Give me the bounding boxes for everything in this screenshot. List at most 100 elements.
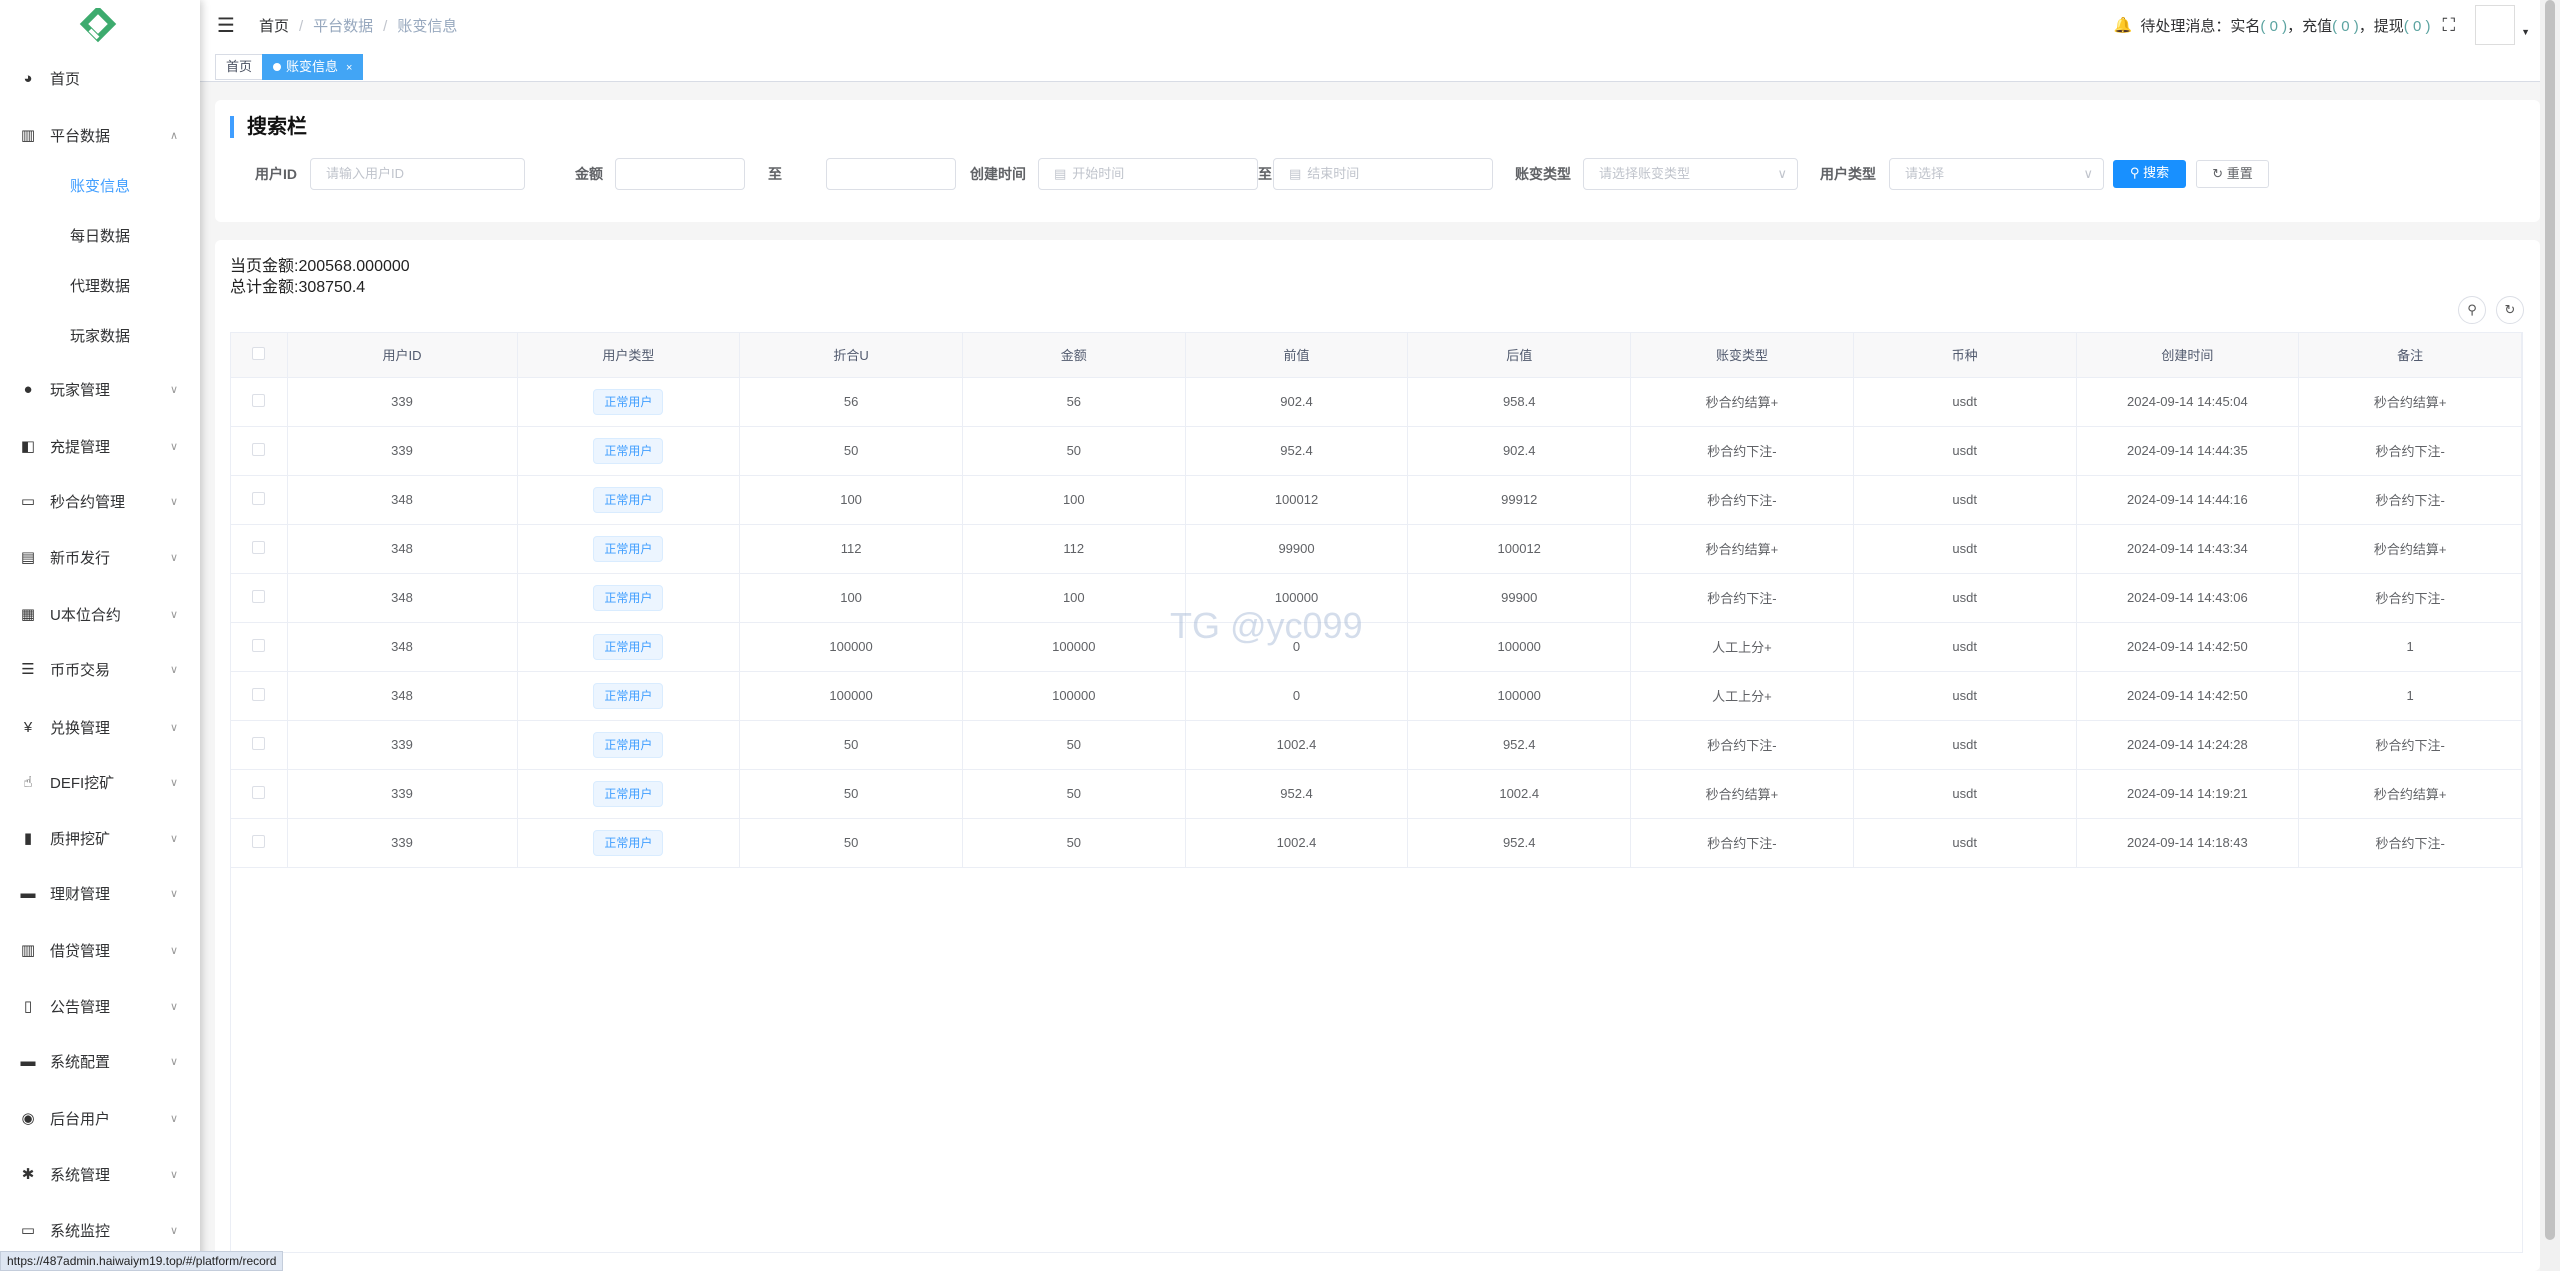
tab-home[interactable]: 首页 (215, 54, 264, 80)
table-cell: 秒合约结算+ (2298, 377, 2522, 427)
table-cell: 1002.4 (1185, 818, 1409, 868)
user-id-input[interactable]: 请输入用户ID (310, 158, 525, 190)
calendar-icon: ▤ (20, 549, 36, 566)
sidebar-item-12[interactable]: ▥ 借贷管理 ∨ (0, 930, 200, 970)
table-cell: 2024-09-14 14:43:34 (2076, 524, 2300, 574)
table-cell: 339 (287, 426, 518, 476)
row-checkbox[interactable] (231, 818, 288, 868)
row-checkbox[interactable] (231, 671, 288, 721)
sidebar-item-label: 玩家管理 (50, 381, 111, 399)
sidebar-item-13[interactable]: ▯ 公告管理 ∨ (0, 986, 200, 1026)
user-type-select[interactable]: 请选择 ∨ (1889, 158, 2104, 190)
amount-min-input[interactable] (615, 158, 745, 190)
chevron-down-icon: ∨ (169, 608, 178, 621)
select-all-checkbox[interactable] (231, 333, 288, 378)
watermark: TG @yc099 (1170, 605, 1363, 646)
bar-chart-icon: ▮ (23, 830, 33, 847)
table-cell: usdt (1853, 769, 2077, 819)
row-checkbox[interactable] (231, 377, 288, 427)
sidebar-item-label: 系统监控 (50, 1222, 111, 1240)
sidebar-item-16[interactable]: ✱ 系统管理 ∨ (0, 1154, 200, 1194)
close-icon[interactable]: × (346, 62, 352, 74)
sidebar-item-label: 公告管理 (50, 998, 111, 1016)
tab-record[interactable]: 账变信息 × (262, 54, 364, 80)
form-icon: ▬ (20, 1052, 36, 1070)
sidebar-item-1[interactable]: ▥ 平台数据 ∧ (0, 115, 200, 155)
sidebar-item-8[interactable]: ¥ 兑换管理 ∨ (0, 707, 200, 747)
row-checkbox[interactable] (231, 524, 288, 574)
breadcrumb-current: 账变信息 (397, 17, 458, 35)
hamburger-icon[interactable]: ☰ (217, 13, 235, 38)
logo-icon (79, 8, 117, 43)
sidebar-item-15[interactable]: ◉ 后台用户 ∨ (0, 1098, 200, 1138)
amount-max-input[interactable] (826, 158, 956, 190)
table-row: 348 正常用户 100000 100000 0 100000 人工上分+ usdt 2024-… (231, 622, 2522, 672)
sidebar-item-10[interactable]: ▮ 质押挖矿 ∨ (0, 818, 200, 858)
table-cell: 2024-09-14 14:43:06 (2076, 573, 2300, 623)
scrollbar[interactable] (2540, 0, 2560, 1271)
sidebar-item-11[interactable]: ▬ 理财管理 ∨ (0, 873, 200, 913)
fullscreen-icon[interactable]: ⛶ (2442, 15, 2455, 36)
chevron-down-icon: ∨ (169, 495, 178, 508)
table-cell: 56 (739, 377, 963, 427)
row-checkbox[interactable] (231, 720, 288, 770)
to-label: 至 (768, 166, 782, 182)
sidebar-item-3[interactable]: ◧ 充提管理 ∨ (0, 426, 200, 466)
sidebar-subitem-0[interactable]: 账变信息 (70, 172, 130, 202)
row-checkbox[interactable] (231, 769, 288, 819)
row-checkbox[interactable] (231, 475, 288, 525)
chevron-down-icon: ∨ (169, 887, 178, 900)
monitor-icon: ▭ (20, 1222, 36, 1239)
row-checkbox[interactable] (231, 622, 288, 672)
sidebar-item-9[interactable]: ☝ DEFI挖矿 ∨ (0, 762, 200, 802)
end-time-input[interactable]: ▤ 结束时间 (1273, 158, 1493, 190)
table-cell: 人工上分+ (1630, 671, 1854, 721)
table-cell: 秒合约结算+ (1630, 769, 1854, 819)
type-select[interactable]: 请选择账变类型 ∨ (1583, 158, 1798, 190)
sidebar-item-label: 平台数据 (50, 127, 111, 145)
table-row: 339 正常用户 56 56 902.4 958.4 秒合约结算+ usdt 2024-09-1… (231, 377, 2522, 427)
refresh-button[interactable]: ↻ (2496, 296, 2524, 324)
withdraw-link[interactable]: ，提现( 0 ) (2359, 15, 2431, 36)
peoples-icon: ◉ (21, 1110, 35, 1127)
search-toggle-button[interactable]: ⚲ (2458, 296, 2486, 324)
column-header: 备注 (2298, 333, 2522, 378)
sidebar-item-17[interactable]: ▭ 系统监控 ∨ (0, 1210, 200, 1250)
sidebar-subitem-1[interactable]: 每日数据 (70, 222, 130, 252)
avatar[interactable] (2475, 5, 2516, 45)
sidebar-subitem-3[interactable]: 玩家数据 (70, 322, 130, 352)
reset-button[interactable]: ↻ 重置 (2196, 160, 2269, 188)
table-row: 339 正常用户 50 50 1002.4 952.4 秒合约下注-usdt 2024-09-… (231, 818, 2522, 868)
table-cell: 2024-09-14 14:44:35 (2076, 426, 2300, 476)
sidebar-item-0[interactable]: ◕ 首页 (0, 58, 200, 98)
monitor-icon: ▭ (20, 493, 36, 510)
table-cell: usdt (1853, 671, 2077, 721)
row-checkbox[interactable] (231, 573, 288, 623)
realname-link[interactable]: 实名( 0 ) (2230, 15, 2287, 36)
table-cell: 902.4 (1407, 426, 1632, 476)
sidebar-subitem-2[interactable]: 代理数据 (70, 272, 130, 302)
row-checkbox[interactable] (231, 426, 288, 476)
table-row: 339 正常用户 50 50 952.4 1002.4 秒合约结算+ usdt 2024-09-… (231, 769, 2522, 819)
table-cell: usdt (1853, 377, 2077, 427)
start-time-input[interactable]: ▤ 开始时间 (1038, 158, 1258, 190)
breadcrumb: 首页 / 平台数据 / 账变信息 (258, 17, 458, 35)
bell-icon[interactable]: 🔔 (2114, 16, 2133, 34)
sidebar-item-7[interactable]: ☰ 币币交易 ∨ (0, 649, 200, 689)
sidebar-item-label: U本位合约 (50, 606, 121, 624)
sidebar-item-5[interactable]: ▤ 新币发行 ∨ (0, 537, 200, 577)
search-button[interactable]: ⚲ 搜索 (2113, 160, 2186, 188)
recharge-link[interactable]: ，充值( 0 ) (2287, 15, 2359, 36)
type-label: 账变类型 (1515, 166, 1571, 182)
sidebar-item-6[interactable]: ▦ U本位合约 ∨ (0, 594, 200, 634)
chevron-down-icon: ∨ (169, 383, 178, 396)
table-cell: 112 (739, 524, 963, 574)
table-cell: 2024-09-14 14:42:50 (2076, 671, 2300, 721)
breadcrumb-home[interactable]: 首页 (259, 18, 289, 35)
sidebar-item-14[interactable]: ▬ 系统配置 ∨ (0, 1041, 200, 1081)
table-cell: usdt (1853, 818, 2077, 868)
total-amount: 总计金额:308750.4 (230, 279, 366, 296)
sidebar-item-4[interactable]: ▭ 秒合约管理 ∨ (0, 481, 200, 521)
caret-down-icon[interactable]: ▼ (2521, 27, 2530, 37)
sidebar-item-2[interactable]: ● 玩家管理 ∨ (0, 369, 200, 409)
